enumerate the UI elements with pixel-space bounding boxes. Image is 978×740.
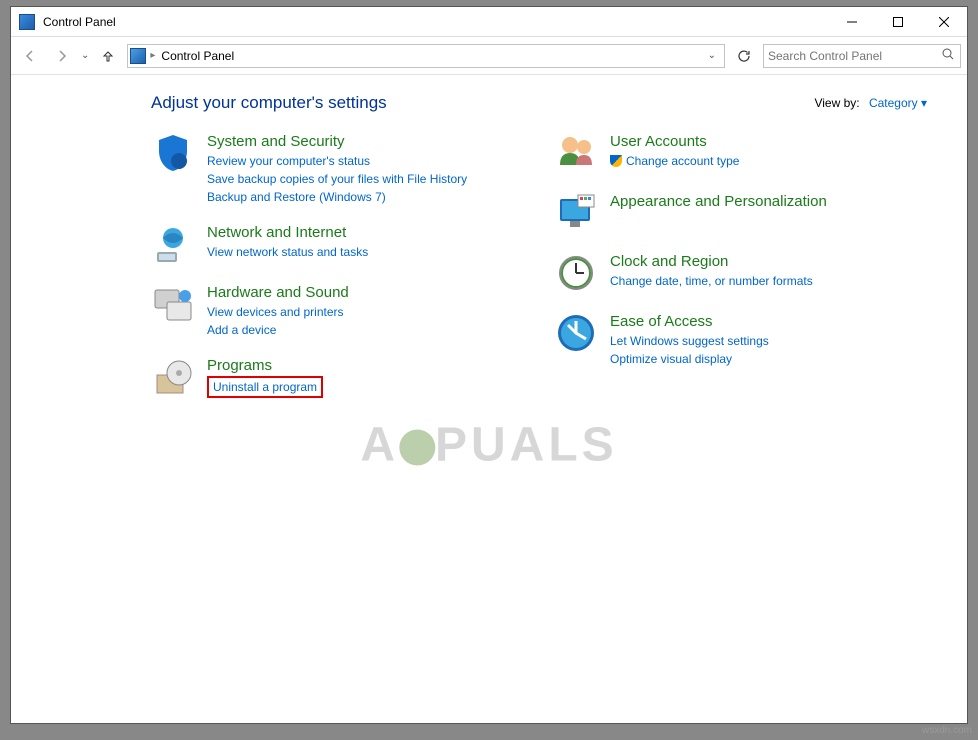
link-devices-printers[interactable]: View devices and printers	[207, 303, 349, 321]
link-uninstall-program[interactable]: Uninstall a program	[213, 380, 317, 394]
category-user-accounts: User Accounts Change account type	[554, 131, 927, 175]
category-link-programs[interactable]: Programs	[207, 357, 323, 374]
category-network: Network and Internet View network status…	[151, 222, 524, 266]
category-programs: Programs Uninstall a program	[151, 355, 524, 399]
content-area: Adjust your computer's settings View by:…	[11, 75, 967, 723]
hardware-icon	[151, 282, 195, 326]
user-accounts-icon	[554, 131, 598, 175]
maximize-button[interactable]	[875, 7, 921, 37]
refresh-button[interactable]	[731, 44, 757, 68]
address-icon	[130, 48, 146, 64]
titlebar: Control Panel	[11, 7, 967, 37]
window-title: Control Panel	[43, 15, 116, 29]
link-backup-restore[interactable]: Backup and Restore (Windows 7)	[207, 188, 467, 206]
link-change-account-type[interactable]: Change account type	[610, 152, 739, 170]
link-network-status[interactable]: View network status and tasks	[207, 243, 368, 261]
programs-icon	[151, 355, 195, 399]
back-button[interactable]	[17, 43, 43, 69]
right-column: User Accounts Change account type Appear…	[554, 131, 927, 415]
search-input[interactable]	[768, 49, 940, 63]
close-button[interactable]	[921, 7, 967, 37]
chevron-right-icon: ▸	[150, 50, 155, 61]
page-title: Adjust your computer's settings	[151, 93, 814, 113]
left-column: System and Security Review your computer…	[151, 131, 524, 415]
category-link-clock[interactable]: Clock and Region	[610, 253, 813, 270]
category-clock-region: Clock and Region Change date, time, or n…	[554, 251, 927, 295]
recent-dropdown[interactable]: ⌄	[81, 50, 89, 61]
forward-button[interactable]	[49, 43, 75, 69]
category-link-ease-of-access[interactable]: Ease of Access	[610, 313, 769, 330]
window: Control Panel ⌄ ▸ Control Panel ⌄	[10, 6, 968, 724]
category-link-system-security[interactable]: System and Security	[207, 133, 467, 150]
up-button[interactable]	[95, 43, 121, 69]
search-icon[interactable]	[940, 48, 956, 63]
category-appearance: Appearance and Personalization	[554, 191, 927, 235]
link-date-time-formats[interactable]: Change date, time, or number formats	[610, 272, 813, 290]
category-link-hardware[interactable]: Hardware and Sound	[207, 284, 349, 301]
view-by-label: View by:	[814, 96, 859, 110]
view-by-dropdown[interactable]: Category ▾	[869, 96, 927, 110]
category-link-network[interactable]: Network and Internet	[207, 224, 368, 241]
link-suggest-settings[interactable]: Let Windows suggest settings	[610, 332, 769, 350]
minimize-button[interactable]	[829, 7, 875, 37]
shield-icon	[151, 131, 195, 175]
subheader: Adjust your computer's settings View by:…	[151, 93, 927, 113]
watermark-icon	[399, 430, 435, 466]
network-icon	[151, 222, 195, 266]
category-hardware: Hardware and Sound View devices and prin…	[151, 282, 524, 339]
link-file-history[interactable]: Save backup copies of your files with Fi…	[207, 170, 467, 188]
address-bar[interactable]: ▸ Control Panel ⌄	[127, 44, 725, 68]
category-link-appearance[interactable]: Appearance and Personalization	[610, 193, 827, 210]
nav-toolbar: ⌄ ▸ Control Panel ⌄	[11, 37, 967, 75]
view-by: View by: Category ▾	[814, 96, 927, 110]
control-panel-icon	[19, 14, 35, 30]
watermark: APUALS	[360, 418, 617, 473]
address-dropdown[interactable]: ⌄	[702, 50, 722, 61]
link-visual-display[interactable]: Optimize visual display	[610, 350, 769, 368]
ease-of-access-icon	[554, 311, 598, 355]
source-label: wsxdn.com	[922, 725, 972, 736]
search-box[interactable]	[763, 44, 961, 68]
highlight-uninstall: Uninstall a program	[207, 376, 323, 398]
category-link-user-accounts[interactable]: User Accounts	[610, 133, 739, 150]
appearance-icon	[554, 191, 598, 235]
link-add-device[interactable]: Add a device	[207, 321, 349, 339]
category-ease-of-access: Ease of Access Let Windows suggest setti…	[554, 311, 927, 368]
category-system-security: System and Security Review your computer…	[151, 131, 524, 206]
link-review-status[interactable]: Review your computer's status	[207, 152, 467, 170]
clock-icon	[554, 251, 598, 295]
breadcrumb[interactable]: Control Panel	[159, 49, 236, 63]
uac-shield-icon	[610, 155, 622, 167]
